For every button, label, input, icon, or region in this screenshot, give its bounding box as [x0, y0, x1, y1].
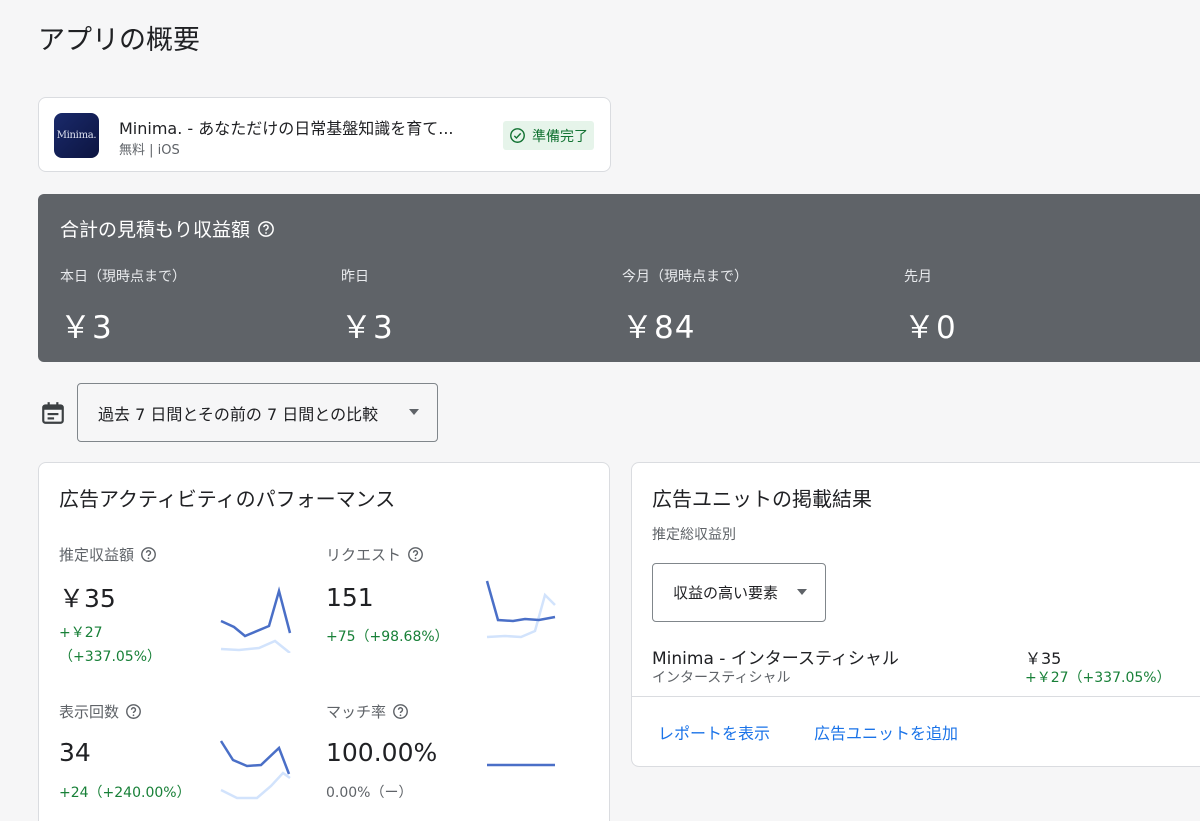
revenue-title-text: 合計の見積もり収益額 [60, 219, 251, 241]
metric-match-rate-label: マッチ率 [326, 701, 409, 722]
help-icon[interactable] [392, 703, 409, 720]
revenue-label: 今月（現時点まで） [622, 269, 748, 285]
app-overview-page: アプリの概要 Minima. Minima. - あなただけの日常基盤知識を育て… [0, 0, 1200, 821]
status-badge: 準備完了 [503, 121, 594, 150]
revenue-value: ￥0 [904, 310, 957, 346]
app-name: Minima. - あなただけの日常基盤知識を育て... [119, 119, 454, 138]
add-ad-unit-link[interactable]: 広告ユニットを追加 [814, 720, 958, 744]
ad-unit-name[interactable]: Minima - インタースティシャル [652, 644, 899, 669]
app-icon: Minima. [54, 113, 99, 158]
sort-select-value: 収益の高い要素 [673, 584, 779, 602]
sparkline-estimated-revenue [220, 586, 292, 653]
metric-impressions-value: 34 [59, 738, 91, 767]
delta-line: 0.00%（ー） [326, 785, 413, 801]
metric-estimated-revenue-value: ￥35 [59, 584, 116, 613]
metric-requests-value: 151 [326, 583, 374, 612]
app-meta: 無料 | iOS [119, 143, 180, 158]
metric-label-text: マッチ率 [326, 703, 387, 721]
ad-unit-type: インタースティシャル [652, 670, 791, 686]
revenue-label: 昨日 [341, 269, 369, 285]
metric-impressions-delta: +24（+240.00%） [59, 781, 191, 805]
app-info-card[interactable]: Minima. Minima. - あなただけの日常基盤知識を育て... 無料 … [38, 97, 611, 172]
revenue-label: 先月 [904, 269, 932, 285]
date-range-value: 過去 7 日間とその前の 7 日間との比較 [98, 404, 379, 424]
metric-label-text: 推定収益額 [59, 546, 135, 564]
help-icon[interactable] [407, 546, 424, 563]
revenue-value: ￥84 [622, 310, 696, 346]
delta-line: +￥27 [59, 625, 103, 641]
delta-line: +75（+98.68%） [326, 629, 449, 645]
revenue-title: 合計の見積もり収益額 [60, 215, 275, 242]
total-revenue-card: 合計の見積もり収益額 本日（現時点まで） ￥3 昨日 ￥3 今月（現時点まで） … [38, 194, 1200, 362]
revenue-today: 本日（現時点まで） ￥3 [60, 266, 186, 347]
caret-down-icon [797, 589, 807, 595]
calendar-icon [42, 402, 64, 424]
view-report-link[interactable]: レポートを表示 [658, 720, 770, 744]
sort-select[interactable]: 収益の高い要素 [652, 563, 826, 622]
sparkline-match-rate [487, 763, 555, 767]
metric-label-text: 表示回数 [59, 703, 120, 721]
ad-unit-revenue: ￥35 [1025, 649, 1062, 668]
divider [632, 696, 1200, 697]
metric-estimated-revenue-delta: +￥27 （+337.05%） [59, 621, 161, 669]
caret-down-icon [409, 409, 419, 415]
revenue-last-month: 先月 ￥0 [904, 266, 957, 347]
performance-title: 広告アクティビティのパフォーマンス [59, 487, 396, 511]
sparkline-requests [485, 580, 556, 639]
metric-match-rate-delta: 0.00%（ー） [326, 781, 412, 805]
metric-estimated-revenue-label: 推定収益額 [59, 544, 157, 565]
ad-unit-title: 広告ユニットの掲載結果 [652, 487, 872, 511]
delta-line: +24（+240.00%） [59, 785, 191, 801]
ad-unit-subtitle: 推定総収益別 [652, 527, 736, 543]
metric-label-text: リクエスト [326, 546, 402, 564]
metric-match-rate-value: 100.00% [326, 738, 438, 767]
metric-requests-delta: +75（+98.68%） [326, 625, 449, 649]
revenue-this-month: 今月（現時点まで） ￥84 [622, 266, 748, 347]
ad-unit-results-card: 広告ユニットの掲載結果 推定総収益別 収益の高い要素 Minima - インター… [631, 462, 1200, 767]
revenue-yesterday: 昨日 ￥3 [341, 266, 394, 347]
check-circle-icon [510, 128, 525, 143]
ad-activity-performance-card: 広告アクティビティのパフォーマンス 推定収益額 ￥35 +￥27 （+337.0… [38, 462, 610, 821]
metric-requests-label: リクエスト [326, 544, 424, 565]
date-range-select[interactable]: 過去 7 日間とその前の 7 日間との比較 [77, 383, 438, 442]
help-icon[interactable] [257, 220, 275, 238]
help-icon[interactable] [140, 546, 157, 563]
revenue-value: ￥3 [60, 310, 113, 346]
revenue-value: ￥3 [341, 310, 394, 346]
ad-unit-delta: +￥27（+337.05%） [1025, 670, 1171, 686]
page-title: アプリの概要 [38, 25, 200, 56]
help-icon[interactable] [125, 703, 142, 720]
status-label: 準備完了 [532, 128, 588, 145]
delta-line: （+337.05%） [59, 649, 162, 665]
revenue-label: 本日（現時点まで） [60, 269, 186, 285]
metric-impressions-label: 表示回数 [59, 701, 142, 722]
sparkline-impressions [219, 740, 291, 800]
